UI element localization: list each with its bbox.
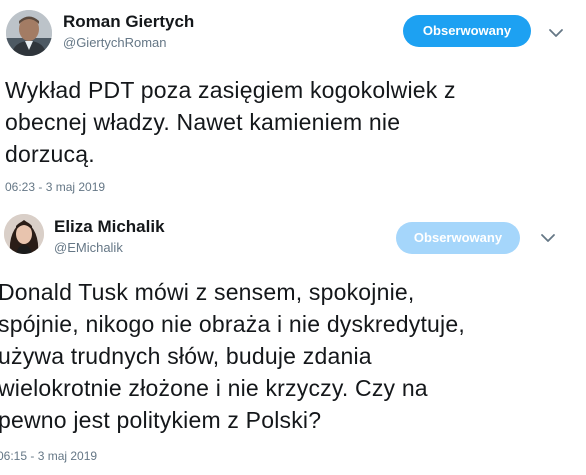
tweet-text: Wykład PDT poza zasięgiem kogokolwiek z … <box>5 77 456 167</box>
author-name[interactable]: Roman Giertych <box>63 12 194 32</box>
author-name[interactable]: Eliza Michalik <box>54 217 165 237</box>
tweet-timestamp[interactable]: 06:15 - 3 maj 2019 <box>0 449 97 463</box>
follow-button[interactable]: Obserwowany <box>403 15 531 47</box>
avatar[interactable] <box>6 10 52 56</box>
chevron-down-icon[interactable] <box>540 232 556 244</box>
avatar-photo-woman-icon <box>4 214 44 254</box>
tweet-timestamp[interactable]: 06:23 - 3 maj 2019 <box>5 180 105 194</box>
avatar[interactable] <box>4 214 44 254</box>
avatar-photo-man-icon <box>6 10 52 56</box>
author-handle[interactable]: @GiertychRoman <box>63 35 167 50</box>
chevron-down-icon[interactable] <box>548 27 564 39</box>
tweet-eliza-michalik: Eliza Michalik @EMichalik Obserwowany Do… <box>0 200 586 475</box>
follow-button[interactable]: Obserwowany <box>396 222 520 254</box>
tweet-text: Donald Tusk mówi z sensem, spokojnie, sp… <box>0 279 465 433</box>
tweet-roman-giertych: Roman Giertych @GiertychRoman Obserwowan… <box>0 0 586 200</box>
author-handle[interactable]: @EMichalik <box>54 240 123 255</box>
